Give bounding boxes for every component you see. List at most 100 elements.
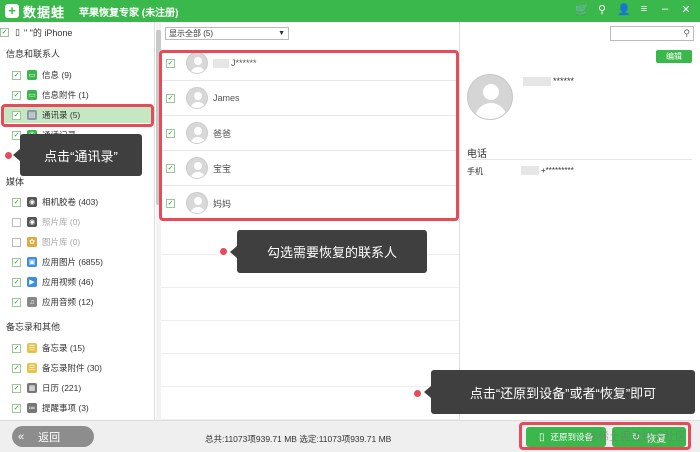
minimize-icon[interactable]: – [659, 3, 671, 16]
checkbox[interactable]: ✓ [166, 128, 175, 138]
search-icon[interactable]: ⚲ [683, 28, 690, 39]
sidebar-item-app-audio[interactable]: ✓ ♫ 应用音频 (12) [12, 294, 152, 310]
sidebar-item-notes-attachments[interactable]: ✓ ☰ 备忘录附件 (30) [12, 360, 152, 376]
contact-row[interactable]: ✓ 宝宝 [161, 151, 459, 186]
checkbox[interactable]: ✓ [12, 110, 21, 120]
sidebar-item-photo-library[interactable]: ◉ 照片库 (0) [12, 214, 152, 230]
annotation-dot [220, 248, 227, 255]
phone-label: 手机 [467, 167, 483, 176]
checkbox[interactable] [12, 217, 21, 227]
search-input[interactable] [611, 27, 681, 40]
sidebar-item-label: 日历 (221) [42, 383, 82, 393]
edit-button[interactable]: 编辑 [656, 50, 692, 63]
sidebar-item-label: 图片库 (0) [42, 237, 81, 247]
calendar-icon: ▦ [27, 383, 37, 393]
checkbox[interactable]: ✓ [12, 363, 21, 373]
contact-row[interactable]: ✓ J****** [161, 46, 459, 81]
checkbox[interactable]: ✓ [12, 257, 21, 267]
cart-icon[interactable]: 🛒 [575, 3, 589, 16]
picture-library-icon: ✿ [27, 237, 37, 247]
contact-name: 宝宝 [213, 163, 232, 174]
reminders-icon: ≔ [27, 403, 37, 413]
app-videos-icon: ▶ [27, 277, 37, 287]
notes-attachment-icon: ☰ [27, 363, 37, 373]
sidebar-item-camera-roll[interactable]: ✓ ◉ 相机胶卷 (403) [12, 194, 152, 210]
logo-plus-icon: + [5, 4, 19, 18]
phone-icon: ▯ [15, 26, 20, 37]
message-attachment-icon: ▭ [27, 90, 37, 100]
contact-avatar [467, 74, 513, 120]
checkbox[interactable]: ✓ [12, 70, 21, 80]
checkbox[interactable]: ✓ [166, 58, 175, 68]
phone-value-text: +********* [541, 166, 574, 175]
device-label: " "的 iPhone [23, 27, 73, 38]
sidebar-item-label: 照片库 (0) [42, 217, 81, 227]
sidebar-item-calendar[interactable]: ✓ ▦ 日历 (221) [12, 380, 152, 396]
sidebar-item-label: 备忘录 (15) [42, 343, 85, 353]
app-title: 苹果恢复专家 (未注册) [79, 7, 179, 19]
sidebar-item-reminders[interactable]: ✓ ≔ 提醒事项 (3) [12, 400, 152, 416]
contact-detail-panel: ⚲ 编辑 ****** 电话 手机 +********* [460, 22, 700, 420]
phone-restore-icon: ▯ [538, 431, 545, 443]
checkbox[interactable] [12, 237, 21, 247]
sidebar-item-app-videos[interactable]: ✓ ▶ 应用视频 (46) [12, 274, 152, 290]
contact-name-text: ****** [553, 76, 575, 86]
close-icon[interactable]: ✕ [680, 3, 692, 16]
checkbox[interactable]: ✓ [12, 197, 21, 207]
key-icon[interactable]: ⚲ [596, 3, 608, 16]
phone-section-title: 电话 [467, 149, 487, 160]
device-row[interactable]: ✓ ▯ " "的 iPhone [0, 25, 72, 39]
contact-row[interactable]: ✓ 妈妈 [161, 186, 459, 221]
menu-icon[interactable]: ≡ [638, 3, 650, 16]
contacts-icon: ▤ [27, 110, 37, 120]
sidebar-item-picture-library[interactable]: ✿ 图片库 (0) [12, 234, 152, 250]
sidebar-item-label: 信息 (9) [42, 70, 72, 80]
checkbox[interactable]: ✓ [166, 163, 175, 173]
sidebar-item-notes[interactable]: ✓ ☰ 备忘录 (15) [12, 340, 152, 356]
filter-select[interactable]: 显示全部 (5) ▼ [165, 27, 289, 40]
contact-name-display: ****** [523, 76, 575, 87]
checkbox[interactable]: ✓ [12, 297, 21, 307]
contact-name: 妈妈 [213, 198, 232, 209]
sidebar-item-contacts[interactable]: ✓ ▤ 通讯录 (5) [4, 107, 152, 123]
avatar [186, 52, 208, 74]
search-box[interactable]: ⚲ [610, 26, 694, 41]
sidebar-item-label: 应用音频 (12) [42, 297, 94, 307]
user-icon[interactable]: 👤 [617, 3, 631, 16]
checkbox[interactable]: ✓ [12, 343, 21, 353]
sidebar-item-app-photos[interactable]: ✓ ▣ 应用图片 (6855) [12, 254, 152, 270]
sidebar-item-messages[interactable]: ✓ ▭ 信息 (9) [12, 67, 152, 83]
callout-click-restore: 点击“还原到设备”或者“恢复”即可 [424, 370, 695, 414]
checkbox[interactable]: ✓ [12, 277, 21, 287]
category-sidebar: ✓ ▯ " "的 iPhone 信息和联系人 ✓ ▭ 信息 (9) ✓ ▭ 信息… [0, 22, 155, 420]
checkbox[interactable]: ✓ [12, 90, 21, 100]
empty-row [161, 321, 459, 354]
photo-library-icon: ◉ [27, 217, 37, 227]
contact-row[interactable]: ✓ 爸爸 [161, 116, 459, 151]
checkbox[interactable]: ✓ [12, 383, 21, 393]
title-bar: + 数据蛙 苹果恢复专家 (未注册) 🛒 ⚲ 👤 ≡ – ✕ [0, 0, 700, 22]
logo-text: 数据蛙 [23, 4, 66, 20]
empty-row [161, 354, 459, 387]
back-label: 返回 [38, 431, 61, 444]
sidebar-item-label: 提醒事项 (3) [42, 403, 89, 413]
masked-text [523, 77, 551, 87]
sidebar-item-message-attachments[interactable]: ✓ ▭ 信息附件 (1) [12, 87, 152, 103]
app-photos-icon: ▣ [27, 257, 37, 267]
section-title-messages: 信息和联系人 [6, 49, 61, 59]
checkbox[interactable]: ✓ [166, 198, 175, 208]
app-logo: + 数据蛙 [5, 2, 65, 21]
masked-text [213, 58, 229, 68]
avatar [186, 157, 208, 179]
sidebar-item-label: 备忘录附件 (30) [42, 363, 102, 373]
contact-list-panel: 显示全部 (5) ▼ ✓ J****** ✓ James ✓ 爸爸 ✓ 宝宝 ✓… [161, 22, 459, 420]
sidebar-item-label: 相机胶卷 (403) [42, 197, 99, 207]
annotation-dot [5, 152, 12, 159]
back-button[interactable]: « 返回 [12, 426, 94, 447]
phone-value: +********* [521, 166, 574, 176]
device-checkbox[interactable]: ✓ [0, 27, 9, 37]
checkbox[interactable]: ✓ [166, 93, 175, 103]
checkbox[interactable]: ✓ [12, 403, 21, 413]
section-title-notes: 备忘录和其他 [6, 322, 61, 332]
contact-row[interactable]: ✓ James [161, 81, 459, 116]
